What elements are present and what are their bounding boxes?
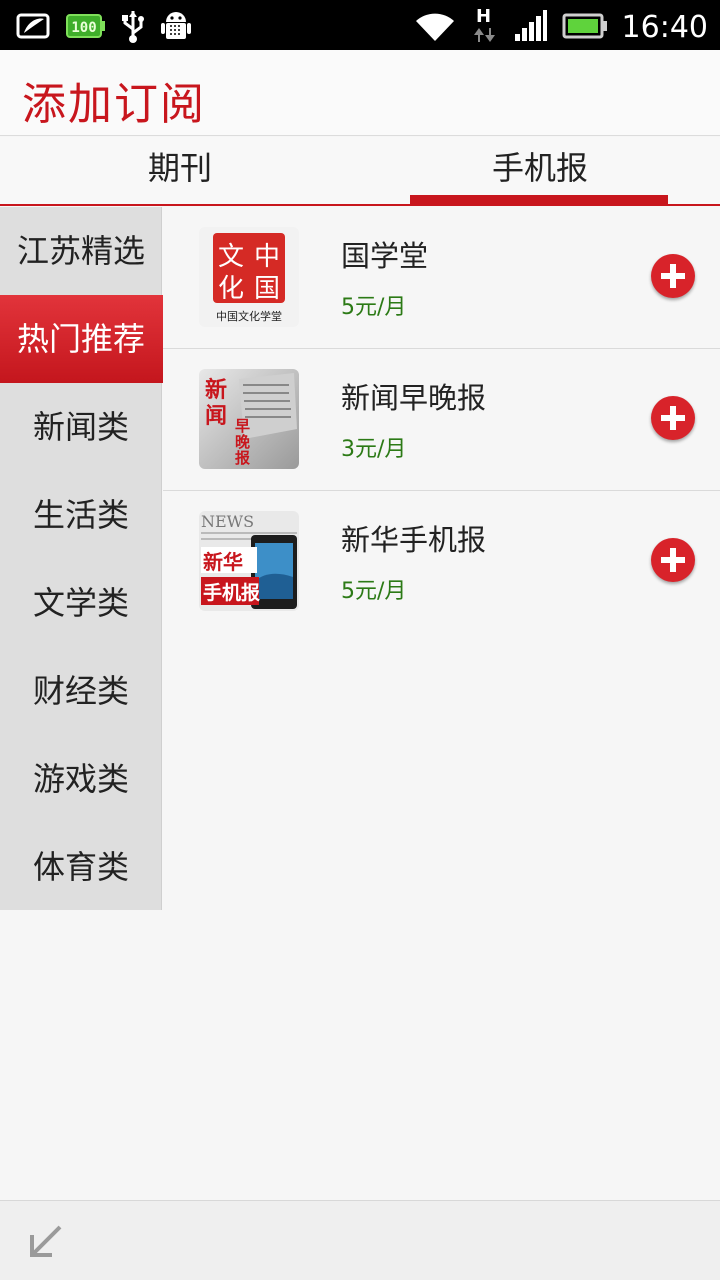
category-life[interactable]: 生活类 — [0, 471, 162, 559]
battery-icon — [562, 12, 608, 44]
battery-saver-icon: 100 — [66, 12, 106, 44]
category-sidebar: 江苏精选 热门推荐 新闻类 生活类 文学类 财经类 游戏类 体育类 — [0, 207, 180, 911]
wifi-icon — [414, 9, 456, 47]
list-item[interactable]: NEWS 新华 手机报 新华手机报 5元/月 — [163, 491, 720, 633]
svg-text:化: 化 — [218, 274, 244, 304]
svg-text:闻: 闻 — [205, 404, 227, 429]
category-games[interactable]: 游戏类 — [0, 735, 162, 823]
category-news[interactable]: 新闻类 — [0, 383, 162, 471]
hspa-data-icon: H — [470, 6, 500, 50]
add-subscription-button[interactable] — [651, 538, 695, 582]
list-item[interactable]: 新 闻 早 晚 报 新闻早晚报 3元/月 — [163, 349, 720, 491]
tab-periodicals[interactable]: 期刊 — [0, 137, 360, 204]
list-item[interactable]: 文 中 化 国 中国文化学堂 国学堂 5元/月 — [163, 207, 720, 349]
svg-text:手机报: 手机报 — [203, 581, 260, 604]
tab-bar: 期刊 手机报 — [0, 137, 720, 206]
item-title: 新闻早晚报 — [341, 381, 487, 415]
svg-text:新华: 新华 — [203, 550, 243, 574]
title-bar: 添加订阅 — [0, 50, 720, 136]
category-finance[interactable]: 财经类 — [0, 647, 162, 735]
category-hot-recommend[interactable]: 热门推荐 — [0, 295, 162, 383]
mobile-newspaper-icon: NEWS 新华 手机报 — [199, 511, 299, 611]
category-sports[interactable]: 体育类 — [0, 823, 162, 911]
collapse-arrow-icon[interactable] — [26, 1221, 66, 1261]
tab-selected-indicator — [410, 195, 668, 204]
android-debug-icon — [160, 8, 192, 48]
svg-text:国: 国 — [254, 274, 280, 304]
item-price: 3元/月 — [341, 437, 407, 462]
add-subscription-button[interactable] — [651, 254, 695, 298]
clock: 16:40 — [621, 10, 708, 45]
svg-text:报: 报 — [235, 449, 250, 467]
item-price: 5元/月 — [341, 579, 407, 604]
category-jiangsu-picks[interactable]: 江苏精选 — [0, 207, 162, 295]
svg-text:新: 新 — [205, 377, 227, 403]
tab-mobile-news[interactable]: 手机报 — [360, 137, 720, 204]
add-subscription-button[interactable] — [651, 396, 695, 440]
svg-text:NEWS: NEWS — [201, 512, 254, 531]
usb-icon — [120, 9, 146, 47]
item-title: 国学堂 — [341, 239, 429, 273]
status-bar: 100 H 16:40 — [0, 0, 720, 50]
page-title: 添加订阅 — [22, 79, 206, 130]
svg-text:中国文化学堂: 中国文化学堂 — [216, 309, 282, 323]
category-literature[interactable]: 文学类 — [0, 559, 162, 647]
item-price: 5元/月 — [341, 295, 407, 320]
item-title: 新华手机报 — [341, 523, 487, 557]
screenshot-icon — [16, 11, 52, 45]
chinese-culture-seal-icon: 文 中 化 国 中国文化学堂 — [199, 227, 299, 327]
bottom-bar — [0, 1200, 720, 1280]
signal-icon — [514, 10, 548, 46]
newspaper-icon: 新 闻 早 晚 报 — [199, 369, 299, 469]
svg-text:H: H — [476, 6, 491, 27]
svg-text:100: 100 — [71, 20, 96, 36]
svg-text:文: 文 — [218, 242, 244, 272]
svg-text:中: 中 — [254, 242, 280, 272]
